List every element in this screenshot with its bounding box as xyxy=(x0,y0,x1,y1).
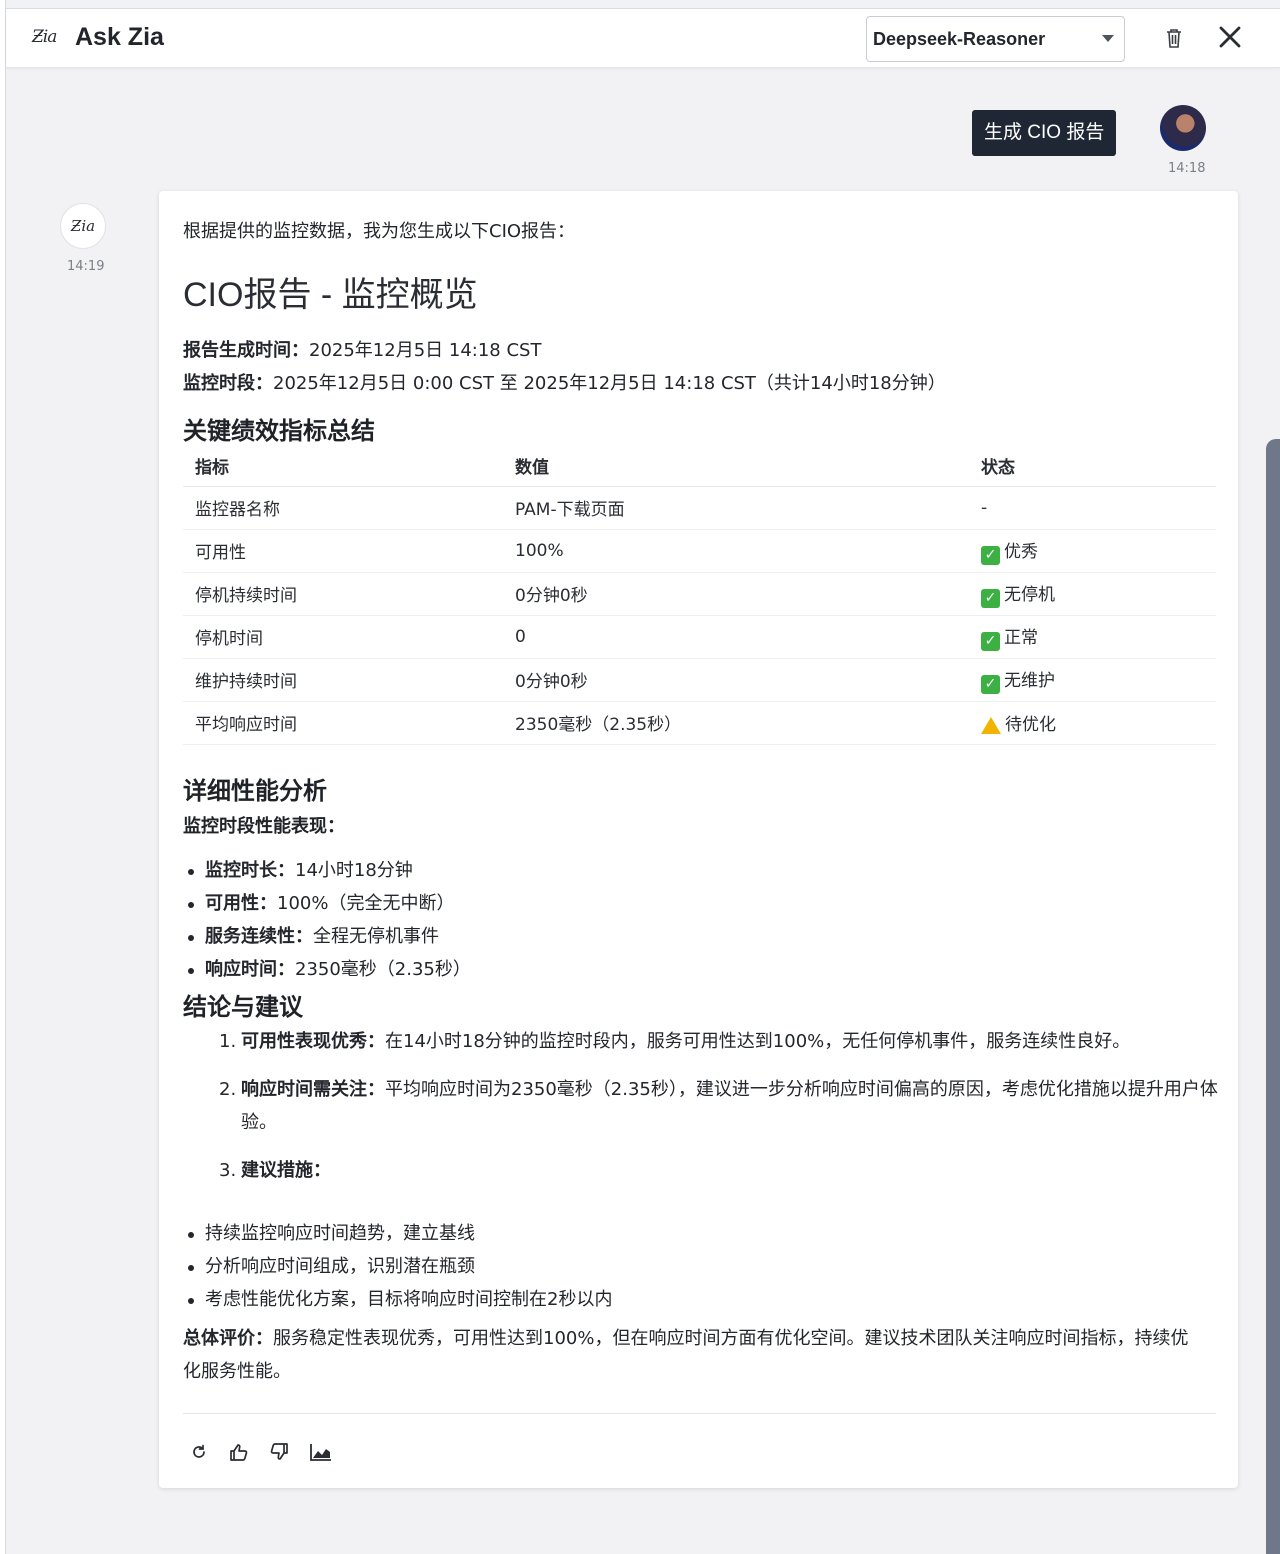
conclusion-text: 平均响应时间为2350毫秒（2.35秒），建议进一步分析响应时间偏高的原因，考虑… xyxy=(241,1079,1218,1133)
table-header-value: 数值 xyxy=(503,446,969,487)
kpi-table: 指标 数值 状态 监控器名称 PAM-下载页面 - 可用性 100% 优秀 xyxy=(183,446,1216,745)
list-item-label: 可用性： xyxy=(205,893,277,914)
refresh-icon[interactable] xyxy=(189,1442,209,1462)
bot-message-time: 14:19 xyxy=(67,259,105,274)
zia-bot-avatar-icon: Ƶia xyxy=(60,203,106,249)
chevron-down-icon xyxy=(1102,35,1114,42)
list-item: 响应时间：2350毫秒（2.35秒） xyxy=(188,953,471,986)
generated-time-label: 报告生成时间： xyxy=(183,340,309,361)
thumbs-down-icon[interactable] xyxy=(269,1442,289,1462)
model-select-value: Deepseek-Reasoner xyxy=(873,28,1046,49)
list-item: 服务连续性：全程无停机事件 xyxy=(188,920,471,953)
list-item: 考虑性能优化方案，目标将响应时间控制在2秒以内 xyxy=(187,1283,612,1316)
table-cell-status-ok: 无停机 xyxy=(969,572,1216,616)
analysis-heading: 详细性能分析 xyxy=(183,777,327,805)
list-item: 分析响应时间组成，识别潜在瓶颈 xyxy=(187,1250,612,1283)
list-item-label: 服务连续性： xyxy=(205,926,313,947)
table-row: 可用性 100% 优秀 xyxy=(183,529,1216,573)
list-item-value: 全程无停机事件 xyxy=(313,926,439,947)
summary-text: 服务稳定性表现优秀，可用性达到100%，但在响应时间方面有优化空间。建议技术团队… xyxy=(183,1328,1189,1382)
thumbs-up-icon[interactable] xyxy=(229,1442,249,1462)
list-item: 持续监控响应时间趋势，建立基线 xyxy=(187,1217,612,1250)
table-header-status: 状态 xyxy=(969,446,1216,487)
table-row: 停机持续时间 0分钟0秒 无停机 xyxy=(183,572,1216,616)
panel-title: Ask Zia xyxy=(75,23,164,51)
analysis-list: 监控时长：14小时18分钟 可用性：100%（完全无中断） 服务连续性：全程无停… xyxy=(188,854,471,986)
summary-label: 总体评价： xyxy=(183,1328,273,1349)
report-title: CIO报告 - 监控概览 xyxy=(183,276,478,314)
table-row: 平均响应时间 2350毫秒（2.35秒） 待优化 xyxy=(183,701,1216,745)
table-cell-status-ok: 正常 xyxy=(969,615,1216,659)
table-cell-metric: 维护持续时间 xyxy=(183,658,503,702)
model-select[interactable]: Deepseek-Reasoner xyxy=(866,16,1125,62)
table-row: 监控器名称 PAM-下载页面 - xyxy=(183,486,1216,530)
period-label: 监控时段： xyxy=(183,373,273,394)
ask-zia-panel: Ƶia Ask Zia Deepseek-Reasoner 生成 CIO 报告 … xyxy=(6,8,1280,1554)
table-cell-value: 0 xyxy=(503,615,969,659)
table-cell-status-warn: 待优化 xyxy=(969,701,1216,745)
table-header-metric: 指标 xyxy=(183,446,503,487)
bot-response-card: 根据提供的监控数据，我为您生成以下CIO报告： CIO报告 - 监控概览 报告生… xyxy=(159,191,1238,1488)
conclusion-text: 在14小时18分钟的监控时段内，服务可用性达到100%，无任何停机事件，服务连续… xyxy=(385,1031,1131,1052)
table-cell-value: 0分钟0秒 xyxy=(503,658,969,702)
divider xyxy=(183,1413,1216,1414)
table-cell-metric: 监控器名称 xyxy=(183,486,503,530)
table-header-row: 指标 数值 状态 xyxy=(183,446,1216,487)
table-cell-metric: 平均响应时间 xyxy=(183,701,503,745)
conclusion-label: 响应时间需关注： xyxy=(241,1079,385,1100)
response-intro: 根据提供的监控数据，我为您生成以下CIO报告： xyxy=(183,221,576,242)
kpi-heading: 关键绩效指标总结 xyxy=(183,417,375,445)
table-cell-metric: 停机时间 xyxy=(183,615,503,659)
period-value: 2025年12月5日 0:00 CST 至 2025年12月5日 14:18 C… xyxy=(273,373,946,394)
table-cell-value: PAM-下载页面 xyxy=(503,486,969,530)
table-cell-metric: 停机持续时间 xyxy=(183,572,503,616)
table-cell-status-ok: 优秀 xyxy=(969,529,1216,573)
list-item: 监控时长：14小时18分钟 xyxy=(188,854,471,887)
analysis-subheading: 监控时段性能表现： xyxy=(183,816,345,837)
user-avatar xyxy=(1160,105,1206,151)
table-row: 停机时间 0 正常 xyxy=(183,615,1216,659)
table-cell-status: - xyxy=(969,486,1216,530)
table-cell-metric: 可用性 xyxy=(183,529,503,573)
table-cell-status-ok: 无维护 xyxy=(969,658,1216,702)
message-actions xyxy=(189,1442,333,1462)
period-line: 监控时段：2025年12月5日 0:00 CST 至 2025年12月5日 14… xyxy=(183,369,946,395)
table-cell-value: 0分钟0秒 xyxy=(503,572,969,616)
trash-icon[interactable] xyxy=(1164,27,1184,49)
conclusion-label: 建议措施： xyxy=(241,1160,331,1181)
recommendation-list: 持续监控响应时间趋势，建立基线 分析响应时间组成，识别潜在瓶颈 考虑性能优化方案… xyxy=(187,1217,612,1316)
conclusion-number: 3. xyxy=(219,1160,237,1181)
list-item-value: 14小时18分钟 xyxy=(295,860,413,881)
conclusion-heading: 结论与建议 xyxy=(183,993,303,1021)
close-icon[interactable] xyxy=(1218,25,1242,49)
zia-logo-icon: Ƶia xyxy=(32,27,57,47)
conclusion-number: 2. xyxy=(219,1079,237,1100)
conclusion-label: 可用性表现优秀： xyxy=(241,1031,385,1052)
scrollbar[interactable] xyxy=(1266,439,1280,1554)
user-message-time: 14:18 xyxy=(1168,161,1206,176)
list-item: 可用性：100%（完全无中断） xyxy=(188,887,471,920)
table-cell-value: 100% xyxy=(503,529,969,573)
list-item-value: 100%（完全无中断） xyxy=(277,893,455,914)
table-cell-value: 2350毫秒（2.35秒） xyxy=(503,701,969,745)
generated-time-value: 2025年12月5日 14:18 CST xyxy=(309,340,542,361)
generated-time-line: 报告生成时间：2025年12月5日 14:18 CST xyxy=(183,336,541,362)
panel-header: Ƶia Ask Zia Deepseek-Reasoner xyxy=(6,9,1280,68)
summary-paragraph: 总体评价：服务稳定性表现优秀，可用性达到100%，但在响应时间方面有优化空间。建… xyxy=(183,1322,1203,1388)
table-row: 维护持续时间 0分钟0秒 无维护 xyxy=(183,658,1216,702)
user-message-bubble: 生成 CIO 报告 xyxy=(972,110,1117,156)
conclusion-number: 1. xyxy=(219,1031,237,1052)
list-item-value: 2350毫秒（2.35秒） xyxy=(295,959,471,980)
list-item-label: 响应时间： xyxy=(205,959,295,980)
list-item-label: 监控时长： xyxy=(205,860,295,881)
chart-icon[interactable] xyxy=(309,1442,333,1462)
